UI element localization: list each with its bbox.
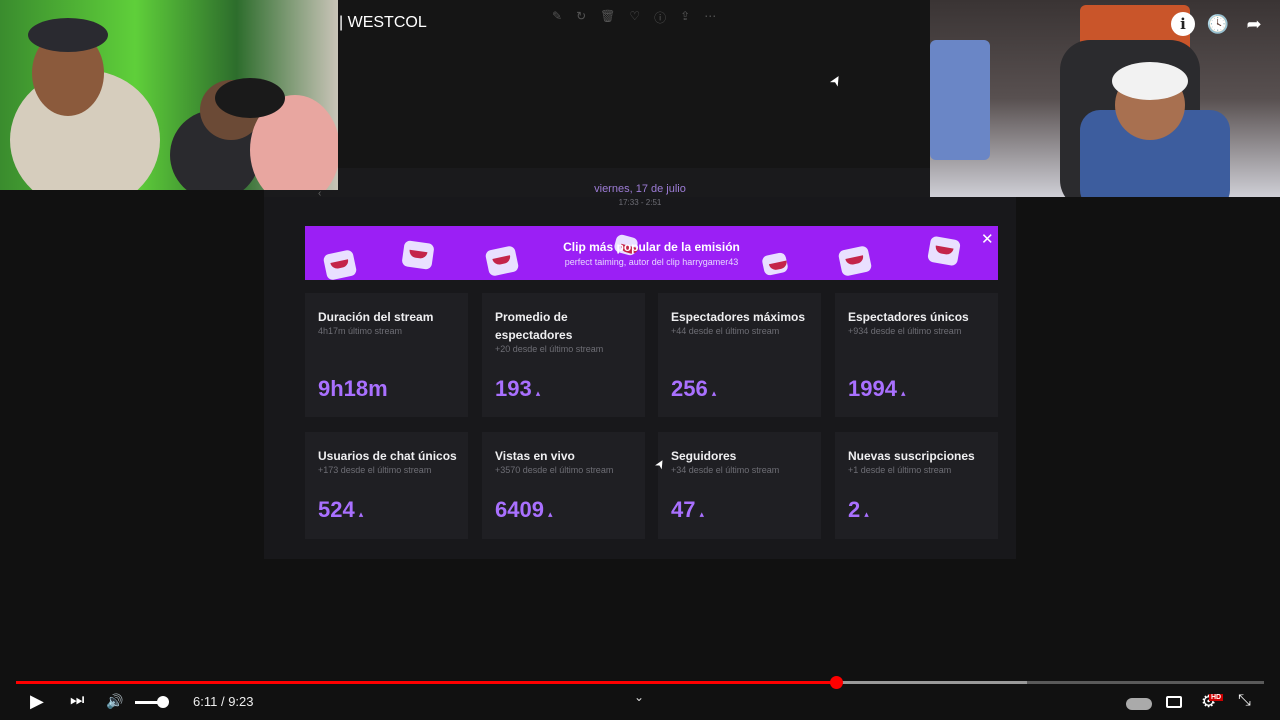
volume-icon[interactable]: 🔊 [106, 693, 123, 710]
stat-value: 193 ▴ [495, 376, 541, 401]
stat-subtitle: 4h17m último stream [318, 326, 403, 336]
video-player[interactable]: | WESTCOL ✎ ↻ 🗑 ♡ ⓘ ⇪ ⋯ ‹ viernes, 17 de… [0, 0, 1280, 720]
stat-subtitle: +34 desde el último stream [671, 465, 780, 475]
stat-title: Vistas en vivo [495, 449, 575, 463]
stat-title: Usuarios de chat únicos [318, 449, 457, 463]
stat-card-average-viewers: Promedio de espectadores +20 desde el úl… [482, 293, 645, 417]
time-display: 6:11 / 9:23 [193, 694, 254, 709]
dashboard-toolbar: ✎ ↻ 🗑 ♡ ⓘ ⇪ ⋯ [552, 9, 716, 26]
stat-subtitle: +44 desde el último stream [671, 326, 780, 336]
stat-value: 9h18m [318, 376, 388, 401]
stream-time-range: 17:33 - 2:51 [618, 198, 662, 207]
progress-played [16, 681, 836, 684]
stat-subtitle: +173 desde el último stream [318, 465, 432, 475]
info-icon[interactable]: i [1171, 12, 1195, 36]
trend-up-icon: ▴ [864, 509, 869, 519]
stat-card-unique-viewers: Espectadores únicos +934 desde el último… [835, 293, 998, 417]
time-separator: / [217, 694, 229, 709]
video-title: | WESTCOL [339, 14, 427, 31]
info-small-icon: ⓘ [654, 11, 667, 25]
trend-up-icon: ▴ [900, 388, 906, 398]
hd-badge: HD [1209, 694, 1224, 701]
stat-value: 256 ▴ [671, 376, 717, 401]
stat-value: 1994 ▴ [848, 376, 906, 401]
trend-up-icon: ▴ [711, 388, 717, 398]
heart-icon: ♡ [629, 9, 641, 23]
export-icon: ⇪ [680, 9, 691, 23]
progress-scrubber[interactable] [829, 676, 843, 689]
time-total: 9:23 [228, 694, 254, 709]
stat-card-followers: Seguidores +34 desde el último stream 47… [658, 432, 821, 539]
stat-card-unique-chatters: Usuarios de chat únicos +173 desde el úl… [305, 432, 468, 539]
autoplay-toggle[interactable] [1126, 698, 1152, 710]
stat-title: Duración del stream [318, 310, 434, 324]
progress-bar[interactable] [16, 676, 1264, 689]
stat-card-max-viewers: Espectadores máximos +44 desde el último… [658, 293, 821, 417]
stat-value: 2 ▴ [848, 497, 869, 522]
stat-subtitle: +1 desde el último stream [848, 465, 952, 475]
stat-title: Seguidores [671, 449, 737, 463]
exit-fullscreen-icon[interactable]: ⤡ [1238, 692, 1251, 710]
stat-title: Espectadores únicos [848, 310, 969, 324]
stat-value: 524 ▴ [318, 497, 364, 522]
next-button[interactable]: ⏭ [70, 692, 84, 710]
stat-title: Nuevas suscripciones [848, 449, 975, 463]
trend-up-icon: ▴ [699, 509, 705, 519]
time-current: 6:11 [193, 694, 218, 709]
stat-subtitle: +3570 desde el último stream [495, 465, 614, 475]
subtitles-icon[interactable] [1166, 696, 1182, 708]
popular-clip-banner: Clip más popular de la emisión perfect t… [305, 226, 998, 280]
stat-value: 47 ▴ [671, 497, 705, 522]
stat-title: Promedio de espectadores [495, 310, 573, 342]
trend-up-icon: ▴ [535, 388, 541, 398]
stat-value: 6409 ▴ [495, 497, 553, 522]
edit-icon: ✎ [552, 9, 563, 23]
stat-card-new-subscriptions: Nuevas suscripciones +1 desde el último … [835, 432, 998, 539]
stat-title: Espectadores máximos [671, 310, 806, 324]
webcam-left [0, 0, 338, 190]
share-icon[interactable]: ➦ [1242, 12, 1266, 36]
stat-card-live-views: Vistas en vivo +3570 desde el último str… [482, 432, 645, 539]
trash-icon: 🗑 [600, 9, 616, 23]
volume-slider-knob[interactable] [157, 696, 169, 708]
stat-subtitle: +20 desde el último stream [495, 344, 604, 354]
stat-card-stream-duration: Duración del stream 4h17m último stream … [305, 293, 468, 417]
refresh-icon: ↻ [576, 9, 587, 23]
play-button[interactable]: ▶ [30, 691, 44, 712]
more-icon: ⋯ [704, 9, 717, 23]
trend-up-icon: ▴ [358, 509, 364, 519]
trend-up-icon: ▴ [547, 509, 553, 519]
watch-later-icon[interactable]: 🕓 [1206, 12, 1230, 36]
banner-title: Clip más popular de la emisión [563, 240, 740, 254]
banner-subtitle: perfect taiming, autor del clip harrygam… [564, 257, 739, 267]
close-icon[interactable]: ✕ [981, 230, 994, 248]
chevron-down-icon[interactable]: ⌄ [634, 690, 644, 704]
stat-subtitle: +934 desde el último stream [848, 326, 962, 336]
